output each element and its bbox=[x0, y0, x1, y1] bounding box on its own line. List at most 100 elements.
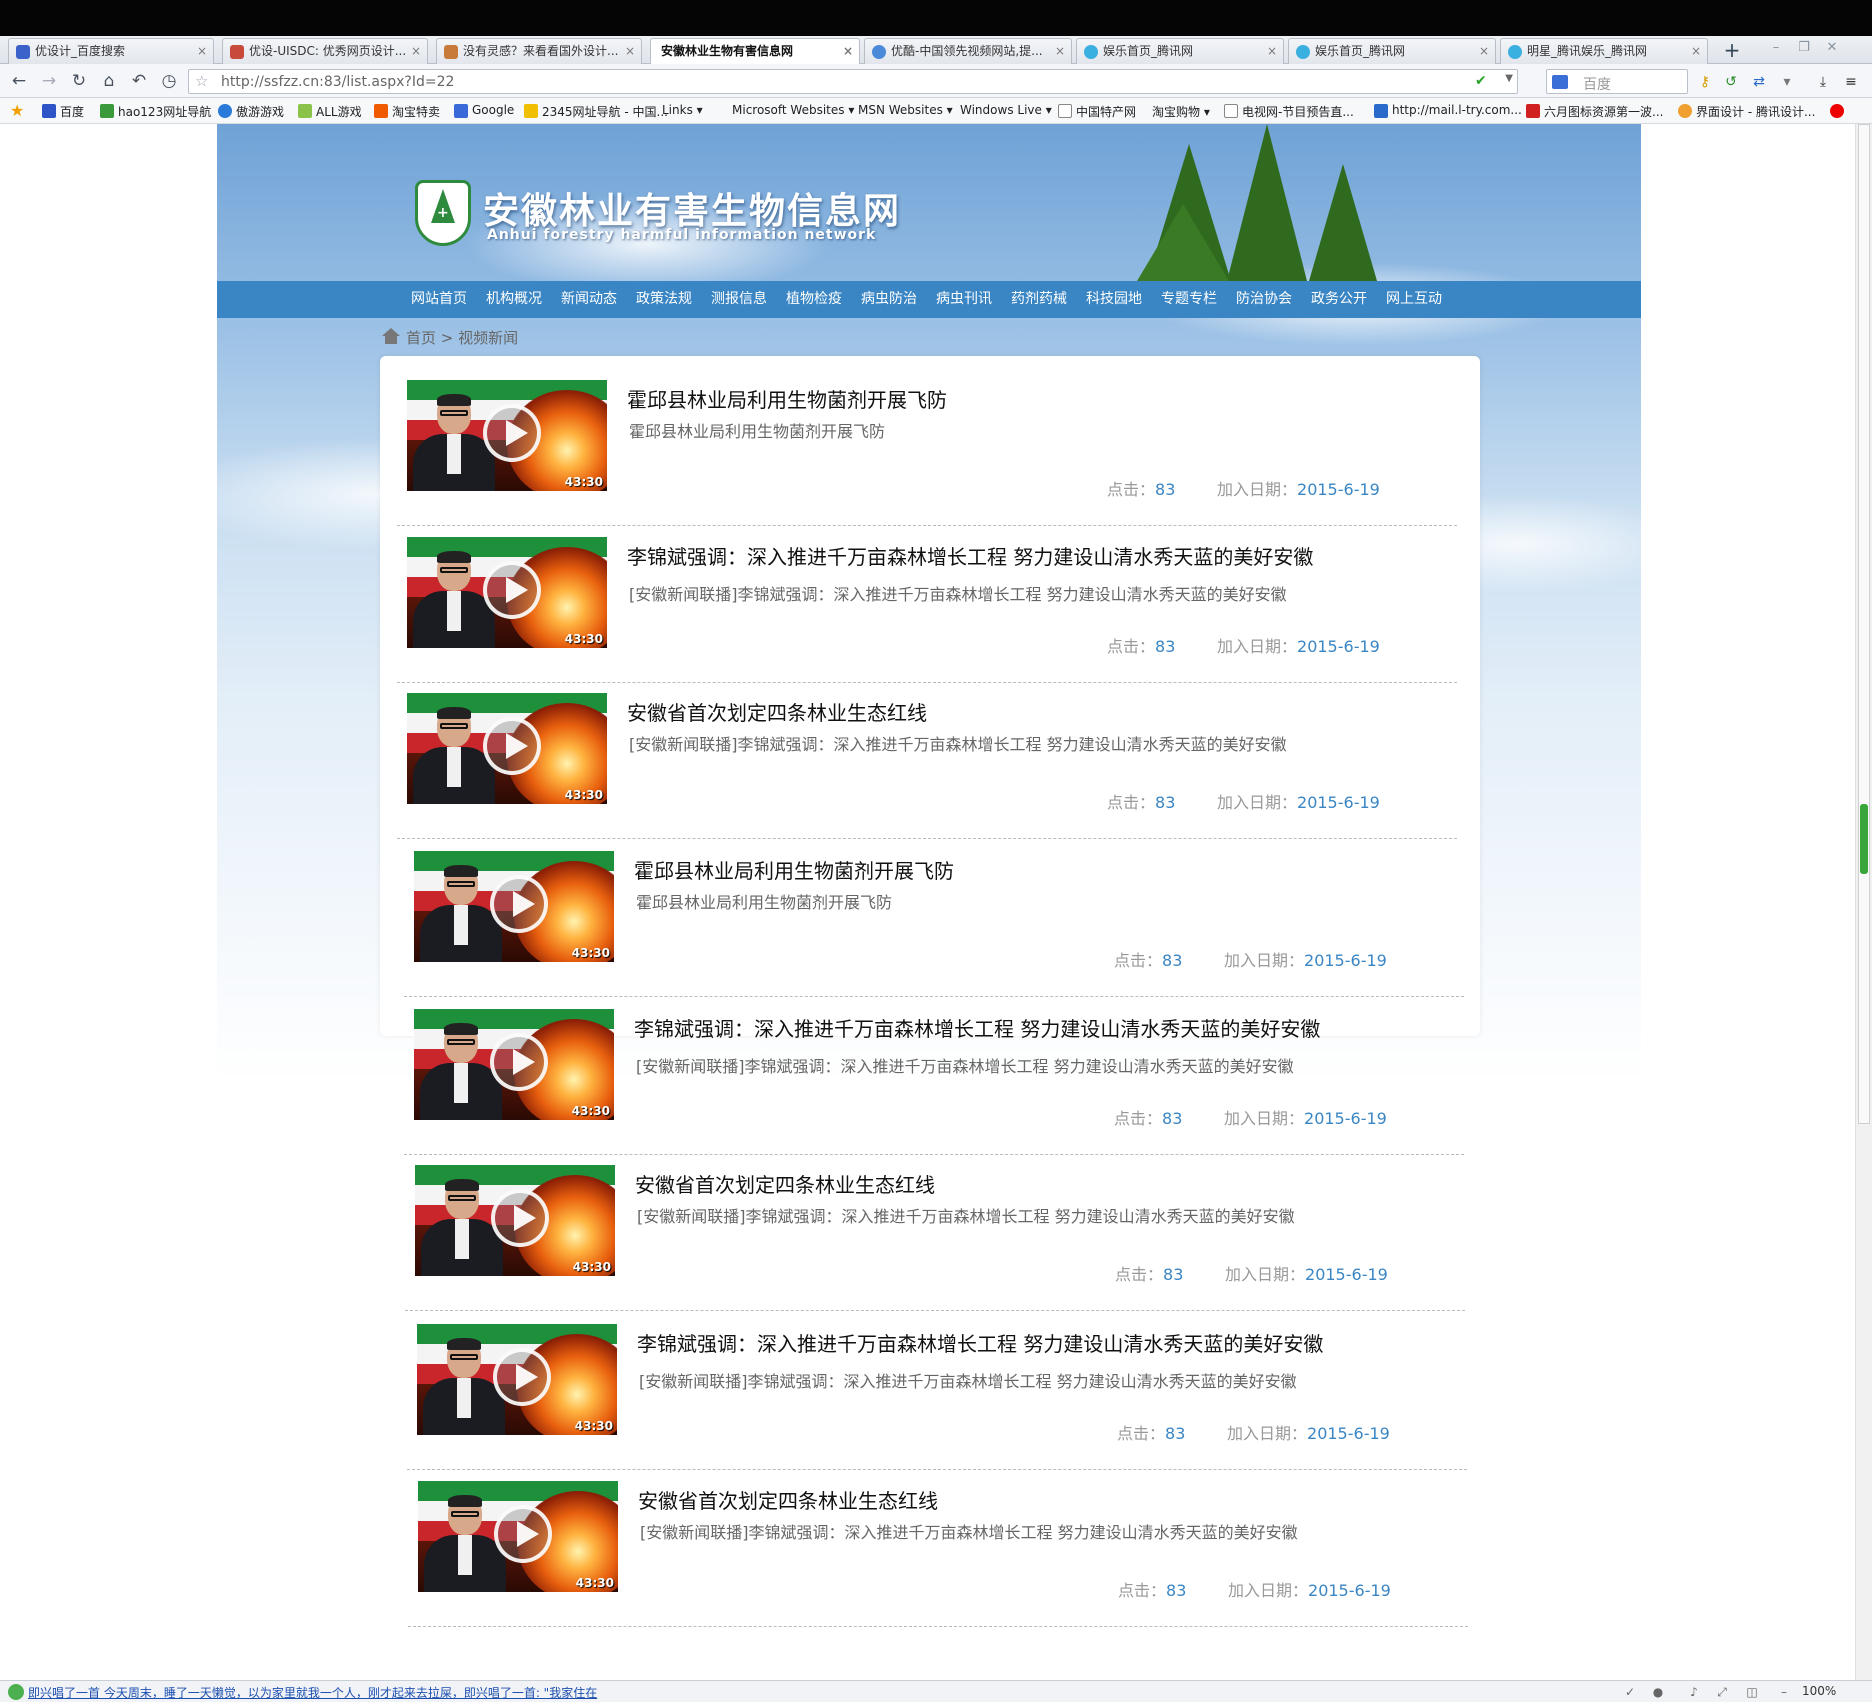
favorite-folder[interactable]: Windows Live ▾ bbox=[960, 103, 1052, 117]
close-icon[interactable]: × bbox=[411, 39, 421, 63]
nav-item-forecast[interactable]: 测报信息 bbox=[711, 281, 767, 318]
volume-icon[interactable]: ♪ bbox=[1686, 1684, 1702, 1700]
favorite-link[interactable]: 傲游游戏 bbox=[218, 103, 284, 120]
home-icon[interactable] bbox=[382, 328, 400, 344]
new-tab-button[interactable]: + bbox=[1720, 38, 1744, 62]
video-thumbnail[interactable]: 43:30 bbox=[415, 1165, 615, 1276]
play-icon[interactable] bbox=[494, 1505, 552, 1563]
play-icon[interactable] bbox=[491, 1189, 549, 1247]
search-engine-icon[interactable] bbox=[1552, 75, 1568, 89]
video-list-item[interactable]: 43:30 安徽省首次划定四条林业生态红线 [安徽新闻联播]李锦斌强调：深入推进千万… bbox=[397, 681, 1457, 839]
bookmark-star-icon[interactable]: ☆ bbox=[195, 72, 208, 90]
search-input[interactable]: 百度 bbox=[1546, 69, 1688, 94]
browser-tab[interactable]: 优设计_百度搜索 × bbox=[8, 38, 214, 64]
nav-item-topics[interactable]: 专题专栏 bbox=[1161, 281, 1217, 318]
forward-icon[interactable]: → bbox=[38, 70, 60, 92]
video-list-item[interactable]: 43:30 李锦斌强调：深入推进千万亩森林增长工程 努力建设山清水秀天蓝的美好安徽… bbox=[404, 997, 1464, 1155]
close-window-icon[interactable]: ✕ bbox=[1822, 38, 1842, 58]
browser-tab[interactable]: 优酷-中国领先视频网站,提... × bbox=[864, 38, 1072, 64]
play-icon[interactable] bbox=[490, 875, 548, 933]
split-view-icon[interactable]: ◫ bbox=[1744, 1684, 1760, 1700]
play-icon[interactable] bbox=[490, 1033, 548, 1091]
undo-icon[interactable]: ↶ bbox=[128, 70, 150, 92]
fullscreen-icon[interactable]: ⤢ bbox=[1714, 1684, 1730, 1700]
browser-tab-active[interactable]: 安徽林业生物有害信息网 × bbox=[650, 38, 860, 65]
video-title[interactable]: 李锦斌强调：深入推进千万亩森林增长工程 努力建设山清水秀天蓝的美好安徽 bbox=[637, 1328, 1323, 1357]
video-thumbnail[interactable]: 43:30 bbox=[407, 693, 607, 804]
address-bar[interactable]: ☆ http://ssfzz.cn:83/list.aspx?Id=22 ✔ ▼ bbox=[188, 69, 1518, 94]
nav-item-about[interactable]: 机构概况 bbox=[486, 281, 542, 318]
nav-item-government[interactable]: 政务公开 bbox=[1311, 281, 1367, 318]
scrollbar-thumb[interactable] bbox=[1858, 124, 1870, 1124]
go-icon[interactable]: ✔ bbox=[1475, 73, 1493, 91]
back-icon[interactable]: ← bbox=[8, 70, 30, 92]
video-title[interactable]: 霍邱县林业局利用生物菌剂开展飞防 bbox=[634, 855, 954, 884]
nav-item-pest-bulletin[interactable]: 病虫刊讯 bbox=[936, 281, 992, 318]
nav-item-association[interactable]: 防治协会 bbox=[1236, 281, 1292, 318]
favorite-link[interactable]: 2345网址导航 - 中国... bbox=[524, 103, 668, 120]
home-icon[interactable]: ⌂ bbox=[98, 70, 120, 92]
zoom-out-icon[interactable]: – bbox=[1776, 1684, 1792, 1700]
notification-dot-icon[interactable] bbox=[1830, 104, 1844, 118]
video-title[interactable]: 安徽省首次划定四条林业生态红线 bbox=[638, 1485, 938, 1514]
video-list-item[interactable]: 43:30 李锦斌强调：深入推进千万亩森林增长工程 努力建设山清水秀天蓝的美好安徽… bbox=[397, 525, 1457, 683]
nav-item-science[interactable]: 科技园地 bbox=[1086, 281, 1142, 318]
refresh-plugin-icon[interactable]: ↺ bbox=[1722, 73, 1740, 91]
nav-item-quarantine[interactable]: 植物检疫 bbox=[786, 281, 842, 318]
video-list-item[interactable]: 43:30 霍邱县林业局利用生物菌剂开展飞防 霍邱县林业局利用生物菌剂开展飞防 点击：… bbox=[404, 839, 1464, 997]
video-thumbnail[interactable]: 43:30 bbox=[414, 1009, 614, 1120]
video-thumbnail[interactable]: 43:30 bbox=[417, 1324, 617, 1435]
close-icon[interactable]: × bbox=[1267, 39, 1277, 63]
play-icon[interactable] bbox=[483, 717, 541, 775]
favorite-link[interactable]: 界面设计 - 腾讯设计... bbox=[1678, 103, 1815, 120]
play-icon[interactable] bbox=[493, 1348, 551, 1406]
status-news-link[interactable]: 即兴唱了一首 今天周末，睡了一天懒觉，以为家里就我一个人，刚才起来去拉屎，即兴唱… bbox=[28, 1684, 597, 1701]
video-title[interactable]: 李锦斌强调：深入推进千万亩森林增长工程 努力建设山清水秀天蓝的美好安徽 bbox=[634, 1013, 1320, 1042]
favorite-link[interactable]: 百度 bbox=[42, 103, 84, 120]
video-title[interactable]: 安徽省首次划定四条林业生态红线 bbox=[635, 1169, 935, 1198]
video-thumbnail[interactable]: 43:30 bbox=[418, 1481, 618, 1592]
adblock-icon[interactable]: ● bbox=[1650, 1684, 1666, 1700]
browser-tab[interactable]: 娱乐首页_腾讯网 × bbox=[1288, 38, 1496, 64]
refresh-icon[interactable]: ↻ bbox=[68, 70, 90, 92]
nav-item-policy[interactable]: 政策法规 bbox=[636, 281, 692, 318]
favorite-link[interactable]: 六月图标资源第一波... bbox=[1526, 103, 1663, 120]
play-icon[interactable] bbox=[483, 404, 541, 462]
url-text[interactable]: http://ssfzz.cn:83/list.aspx?Id=22 bbox=[221, 74, 454, 90]
close-icon[interactable]: × bbox=[625, 39, 635, 63]
breadcrumb-text[interactable]: 首页 > 视频新闻 bbox=[406, 327, 518, 348]
favorite-folder[interactable]: Links ▾ bbox=[662, 103, 703, 117]
play-icon[interactable] bbox=[483, 561, 541, 619]
browser-tab[interactable]: 娱乐首页_腾讯网 × bbox=[1076, 38, 1284, 64]
video-thumbnail[interactable]: 43:30 bbox=[407, 537, 607, 648]
favorite-link[interactable]: http://mail.l-try.com... bbox=[1374, 103, 1522, 118]
browser-tab[interactable]: 优设-UISDC: 优秀网页设计... × bbox=[222, 38, 428, 64]
key-icon[interactable]: ⚷ bbox=[1696, 73, 1714, 91]
browser-tab[interactable]: 没有灵感？来看看国外设计... × bbox=[436, 38, 642, 64]
nav-item-pest-control[interactable]: 病虫防治 bbox=[861, 281, 917, 318]
menu-chevron-icon[interactable]: ▾ bbox=[1778, 73, 1796, 91]
favorite-folder[interactable]: MSN Websites ▾ bbox=[858, 103, 953, 117]
video-title[interactable]: 安徽省首次划定四条林业生态红线 bbox=[627, 697, 927, 726]
favorite-link[interactable]: hao123网址导航 bbox=[100, 103, 211, 120]
download-icon[interactable]: ⤓ bbox=[1814, 73, 1832, 91]
translate-icon[interactable]: ⇄ bbox=[1750, 73, 1768, 91]
restore-icon[interactable]: ❐ bbox=[1794, 38, 1814, 58]
favorite-folder[interactable]: Microsoft Websites ▾ bbox=[732, 103, 854, 117]
check-icon[interactable]: ✓ bbox=[1622, 1684, 1638, 1700]
video-list-item[interactable]: 43:30 安徽省首次划定四条林业生态红线 [安徽新闻联播]李锦斌强调：深入推进千万… bbox=[405, 1153, 1465, 1311]
chevron-down-icon[interactable]: ▼ bbox=[1505, 73, 1513, 84]
nav-item-interaction[interactable]: 网上互动 bbox=[1386, 281, 1442, 318]
history-icon[interactable]: ◷ bbox=[158, 70, 180, 92]
video-title[interactable]: 李锦斌强调：深入推进千万亩森林增长工程 努力建设山清水秀天蓝的美好安徽 bbox=[627, 541, 1313, 570]
close-icon[interactable]: × bbox=[1691, 39, 1701, 63]
vertical-scrollbar[interactable] bbox=[1855, 124, 1872, 1680]
browser-tab[interactable]: 明星_腾讯娱乐_腾讯网 × bbox=[1500, 38, 1708, 64]
video-title[interactable]: 霍邱县林业局利用生物菌剂开展飞防 bbox=[627, 384, 947, 413]
video-list-item[interactable]: 43:30 李锦斌强调：深入推进千万亩森林增长工程 努力建设山清水秀天蓝的美好安徽… bbox=[407, 1312, 1467, 1470]
favorite-link[interactable]: 电视网-节目预告直... bbox=[1224, 103, 1354, 120]
close-icon[interactable]: × bbox=[197, 39, 207, 63]
nav-item-news[interactable]: 新闻动态 bbox=[561, 281, 617, 318]
favorite-link[interactable]: 中国特产网 bbox=[1058, 103, 1136, 120]
zoom-level[interactable]: 100% bbox=[1802, 1684, 1836, 1698]
